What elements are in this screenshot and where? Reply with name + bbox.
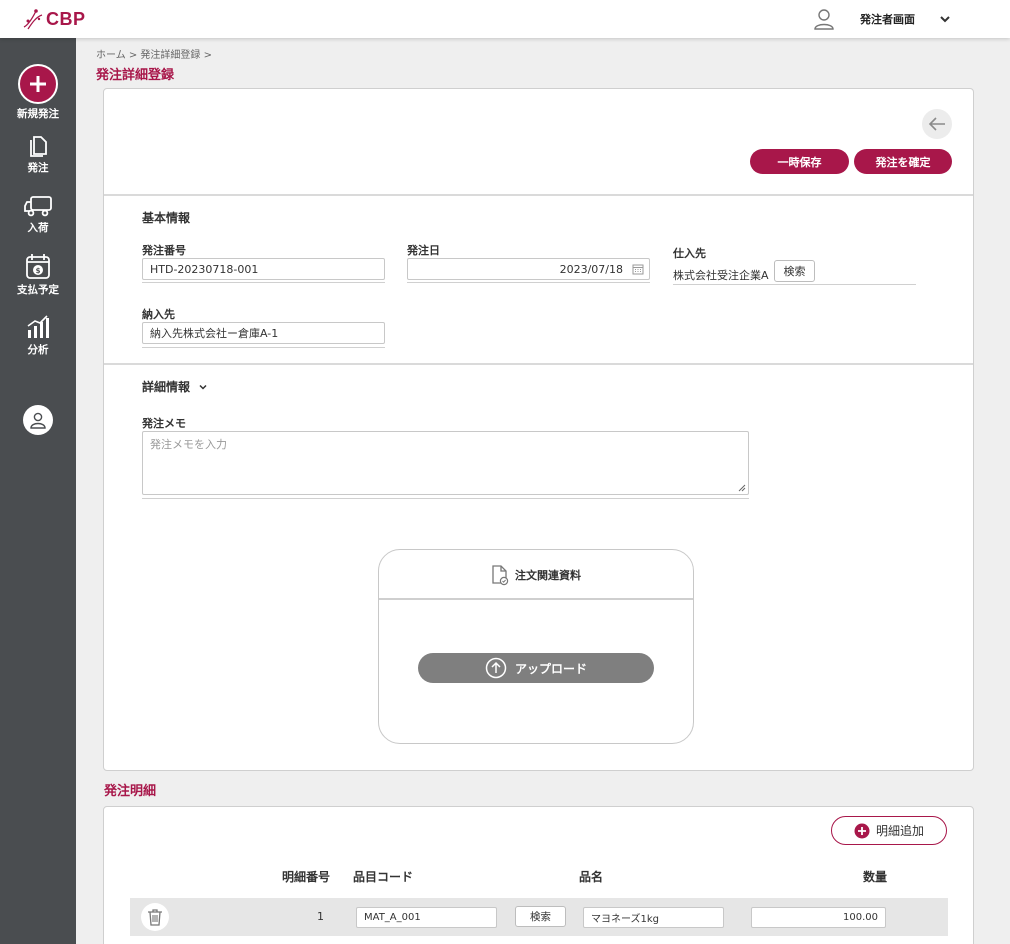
supplier-search-button[interactable]: 検索 [774, 260, 815, 282]
add-line-button[interactable]: 明細追加 [831, 816, 947, 845]
column-header-line-no: 明細番号 [282, 870, 331, 884]
chevron-down-icon [199, 384, 207, 390]
page-title: 発注詳細登録 [96, 68, 175, 83]
order-lines-card: 明細追加 明細番号 品目コード 品名 数量 1 MAT_A_001 検索 マヨネ… [103, 806, 974, 944]
field-underline [407, 282, 650, 283]
field-underline [142, 347, 385, 348]
order-date-value: 2023/07/18 [559, 262, 623, 276]
arrow-left-icon [928, 117, 945, 131]
order-date-field[interactable]: 2023/07/18 [407, 258, 650, 280]
delivery-field[interactable]: 納入先株式会社ー倉庫A-1 [142, 322, 385, 344]
plus-circle-icon [18, 64, 58, 104]
column-header-quantity: 数量 [863, 870, 888, 884]
basic-info-heading: 基本情報 [142, 211, 191, 225]
detail-info-heading: 詳細情報 [142, 380, 191, 394]
section-divider [104, 363, 973, 365]
document-attach-icon [492, 564, 509, 585]
upload-button[interactable]: アップロード [418, 653, 654, 683]
section-divider [104, 194, 973, 196]
top-header: CBP 発注者画面 [0, 0, 1010, 38]
sidebar-item-label: 入荷 [27, 222, 49, 234]
confirm-order-button[interactable]: 発注を確定 [854, 149, 952, 174]
item-search-button[interactable]: 検索 [515, 906, 566, 927]
line-number: 1 [317, 910, 324, 923]
attachment-header: 注文関連資料 [379, 550, 693, 599]
sidebar-item-label: 新規発注 [17, 108, 59, 120]
user-menu[interactable]: 発注者画面 [812, 6, 951, 32]
sidebar-item-arrivals[interactable]: 入荷 [0, 194, 76, 235]
attachment-panel: 注文関連資料 アップロード [378, 549, 694, 744]
chart-icon [27, 315, 49, 338]
sidebar-item-label: 発注 [27, 162, 49, 174]
supplier-value: 株式会社受注企業A [673, 269, 769, 282]
document-icon [30, 136, 47, 157]
delivery-label: 納入先 [142, 308, 175, 321]
user-role-label: 発注者画面 [860, 13, 915, 26]
sidebar-item-label: 支払予定 [17, 284, 59, 296]
svg-text:$: $ [36, 267, 41, 275]
sidebar-item-label: 分析 [27, 344, 49, 356]
sidebar-item-orders[interactable]: 発注 [0, 134, 76, 175]
order-memo-textarea[interactable]: 発注メモを入力 [142, 431, 749, 495]
column-header-item-name: 品名 [579, 870, 604, 884]
order-number-field[interactable]: HTD-20230718-001 [142, 258, 385, 280]
trash-icon [148, 909, 162, 926]
item-code-field[interactable]: MAT_A_001 [356, 907, 497, 928]
memo-placeholder: 発注メモを入力 [150, 438, 227, 451]
cbp-logo[interactable]: CBP [22, 6, 86, 32]
sidebar-item-profile[interactable] [0, 405, 76, 435]
supplier-label: 仕入先 [673, 247, 706, 260]
order-date-label: 発注日 [407, 244, 440, 257]
user-icon [814, 9, 834, 30]
order-lines-title: 発注明細 [104, 784, 157, 799]
order-number-label: 発注番号 [142, 244, 186, 257]
upload-icon [485, 657, 507, 679]
column-header-item-code: 品目コード [353, 870, 414, 884]
item-name-field[interactable]: マヨネーズ1kg [583, 907, 724, 928]
field-underline [673, 284, 916, 285]
quantity-field[interactable]: 100.00 [751, 907, 886, 928]
field-underline [142, 282, 385, 283]
sidebar: 新規発注 発注 入荷 $ 支払予定 分析 [0, 38, 76, 944]
logo-text: CBP [46, 8, 86, 29]
order-detail-card: 一時保存 発注を確定 基本情報 発注番号 HTD-20230718-001 発注… [103, 88, 974, 771]
truck-icon [24, 196, 52, 217]
sidebar-item-analytics[interactable]: 分析 [0, 314, 76, 357]
logo-mark-icon [23, 9, 43, 30]
breadcrumb[interactable]: ホーム > 発注詳細登録 > [96, 46, 212, 61]
chevron-down-icon[interactable] [939, 13, 951, 25]
back-button[interactable] [922, 109, 952, 139]
memo-label: 発注メモ [142, 417, 186, 430]
plus-circle-icon [854, 823, 870, 838]
sidebar-item-new-order[interactable]: 新規発注 [0, 64, 76, 121]
calendar-icon[interactable] [632, 263, 644, 275]
avatar [23, 405, 53, 435]
upload-label: アップロード [514, 661, 587, 676]
attachment-title: 注文関連資料 [515, 568, 581, 582]
resize-handle-icon[interactable] [738, 484, 746, 492]
calendar-dollar-icon: $ [26, 254, 50, 279]
attachment-divider [379, 598, 693, 600]
sidebar-item-payment-schedule[interactable]: $ 支払予定 [0, 252, 76, 297]
detail-info-toggle[interactable]: 詳細情報 [142, 378, 208, 395]
delete-row-button[interactable] [141, 903, 169, 931]
user-icon [30, 412, 46, 429]
add-line-label: 明細追加 [875, 824, 924, 838]
temporary-save-button[interactable]: 一時保存 [750, 149, 849, 174]
field-underline [142, 498, 749, 499]
